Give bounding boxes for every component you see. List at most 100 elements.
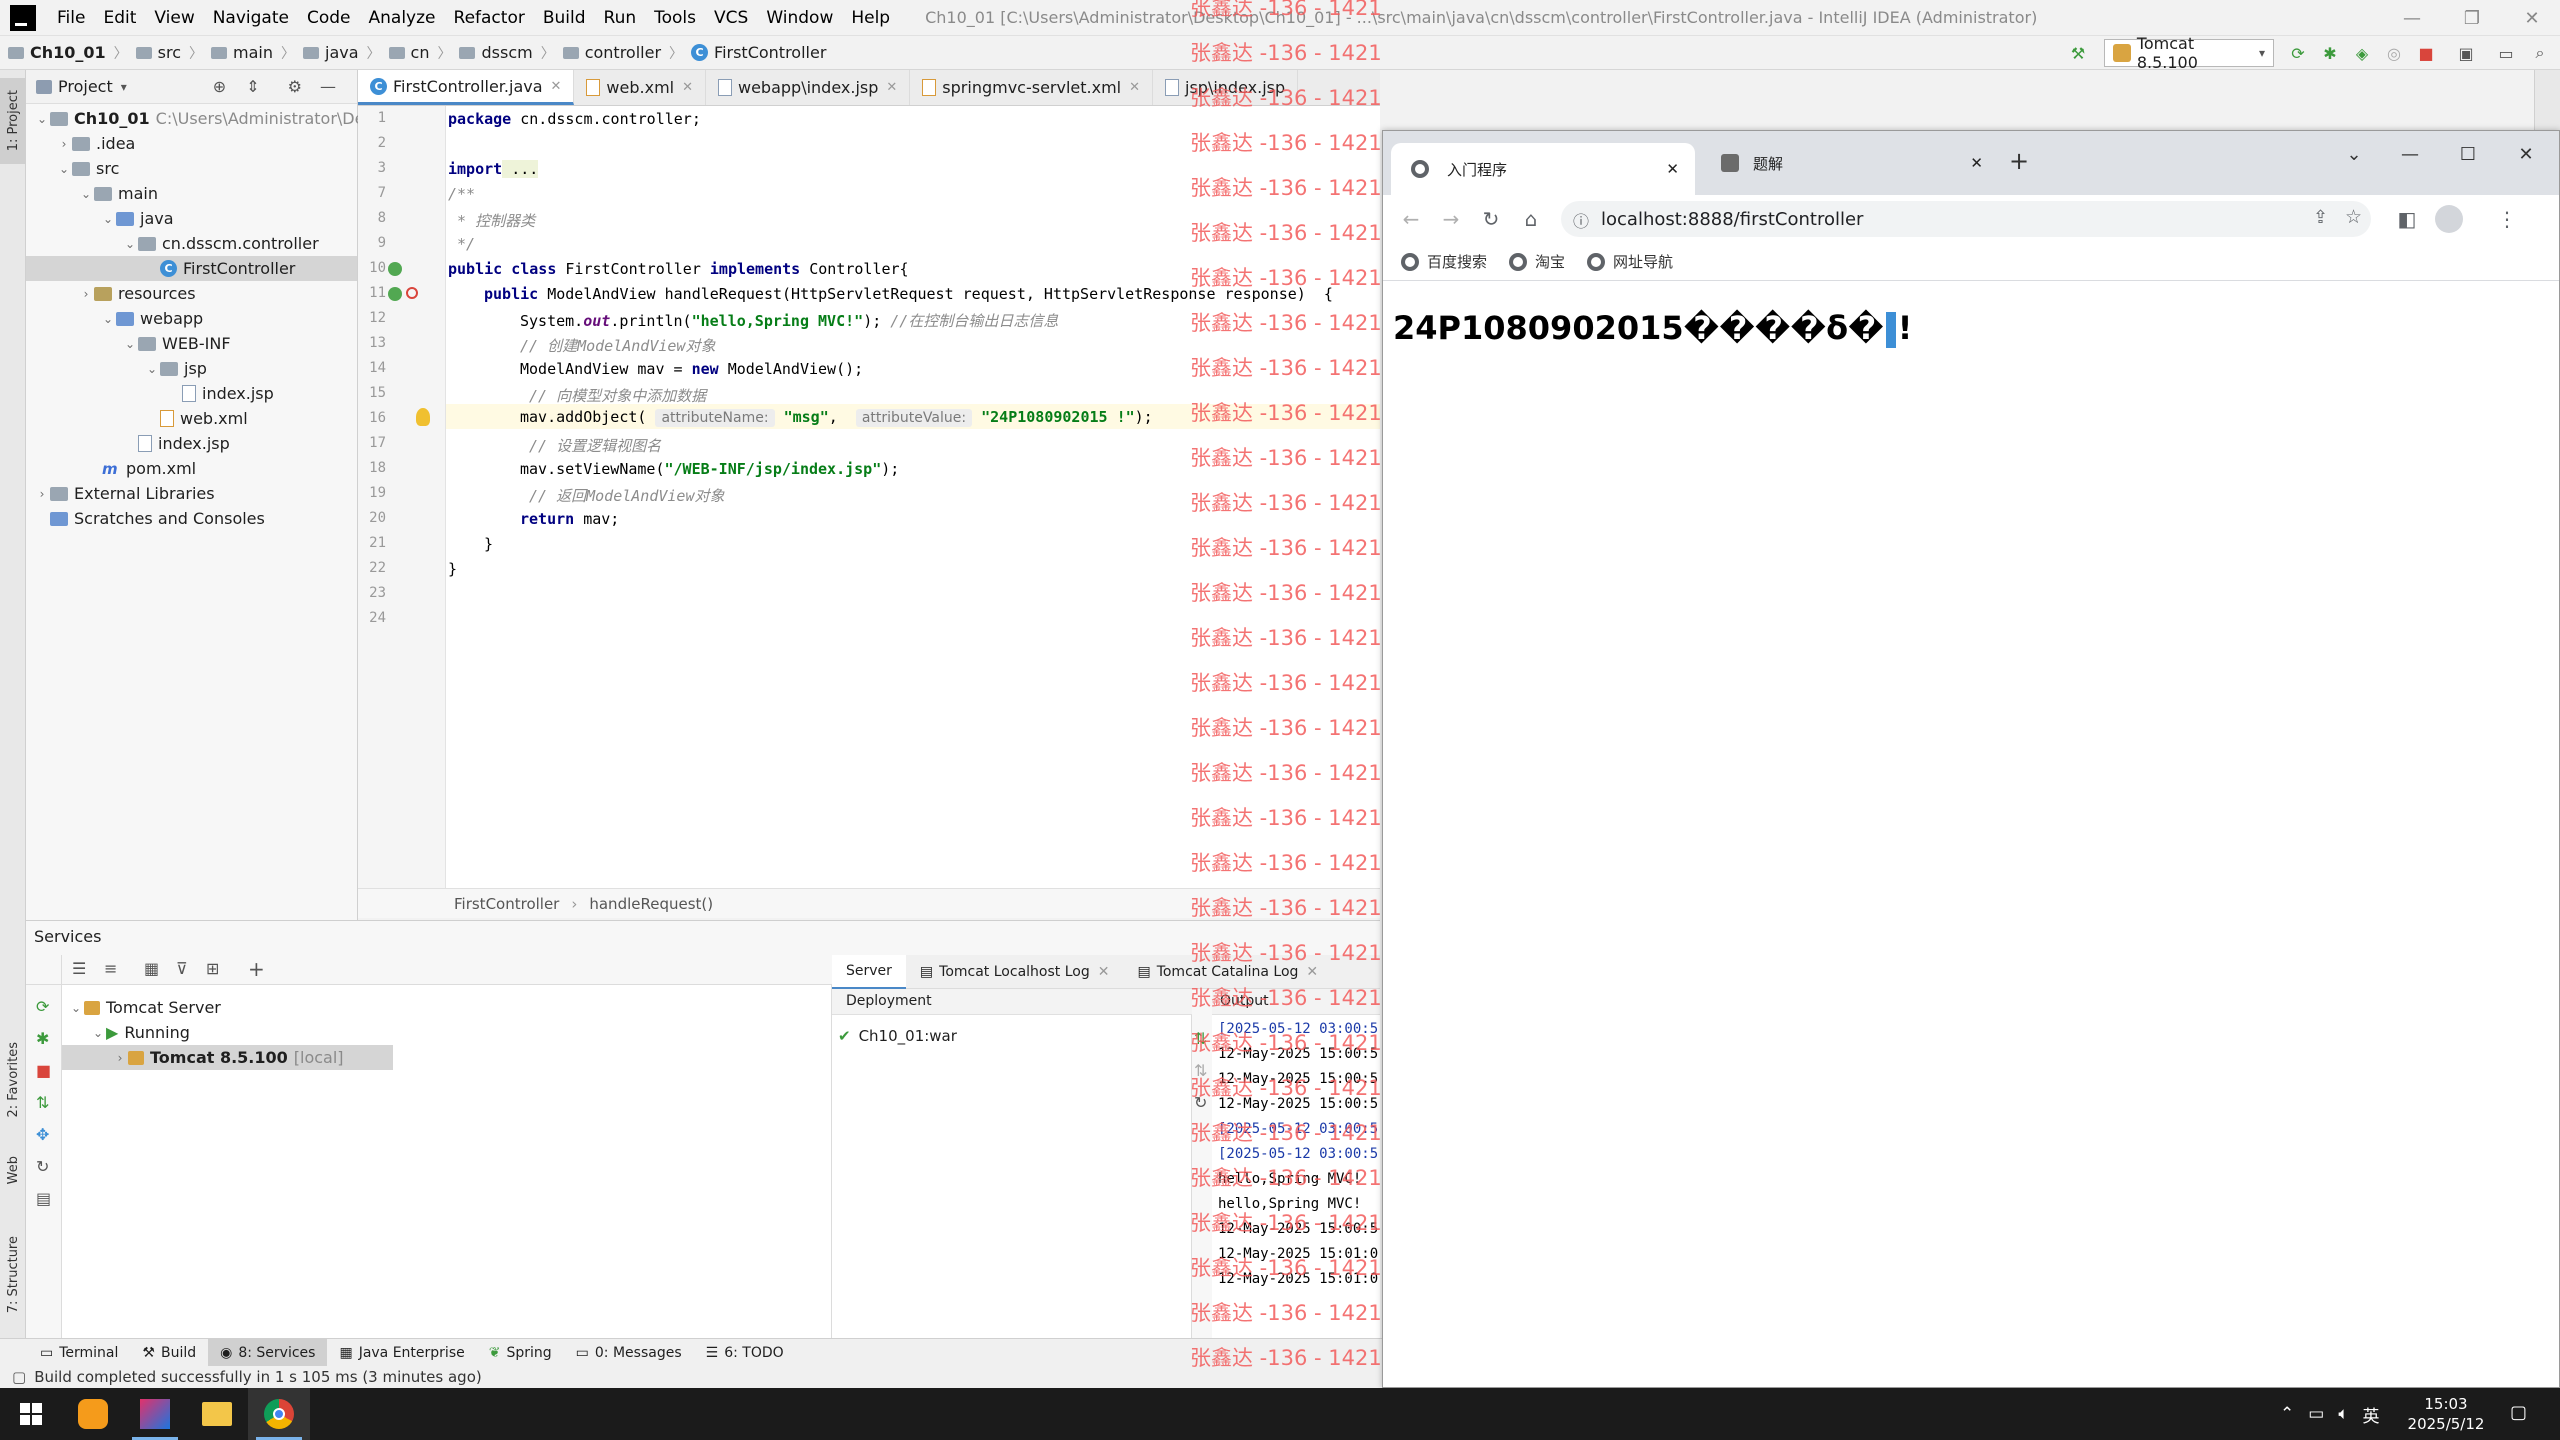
chevron-icon[interactable]: › — [34, 487, 50, 501]
browser-tab-active[interactable]: 入门程序 ✕ — [1391, 143, 1695, 195]
info-icon[interactable]: ⓘ — [1573, 208, 1589, 232]
debug-icon[interactable]: ✱ — [36, 1029, 49, 1048]
breadcrumb-item[interactable]: cn 〉 — [381, 43, 451, 63]
editor-tab-webxml[interactable]: web.xml ✕ — [574, 70, 706, 105]
tab-search-icon[interactable]: ⌄ — [2329, 139, 2379, 169]
tree-node-tomcat-instance[interactable]: › Tomcat 8.5.100 [local] — [62, 1045, 393, 1070]
rerun-icon[interactable]: ⟳ — [2288, 43, 2308, 63]
tree-node[interactable]: C FirstController — [26, 256, 357, 281]
favorites-tool-tab[interactable]: 2: Favorites — [0, 1030, 26, 1130]
chevron-icon[interactable]: ⌄ — [122, 237, 138, 251]
layout-icon[interactable]: ▤ — [36, 1189, 51, 1208]
chevron-icon[interactable]: ⌄ — [122, 337, 138, 351]
menu-code[interactable]: Code — [298, 8, 360, 28]
tool-build[interactable]: ⚒ Build — [130, 1339, 208, 1367]
project-structure-icon[interactable]: ▣ — [2456, 43, 2476, 63]
hide-icon[interactable]: — — [320, 77, 336, 96]
restore-icon[interactable]: ❐ — [2446, 0, 2498, 36]
debug-icon[interactable]: ✱ — [2320, 43, 2340, 63]
menu-edit[interactable]: Edit — [94, 8, 145, 28]
tree-node[interactable]: › External Libraries — [34, 481, 215, 506]
build-hammer-icon[interactable]: ⚒ — [2068, 43, 2088, 63]
run-configuration-select[interactable]: Tomcat 8.5.100 ▾ — [2104, 34, 2274, 72]
chevron-up-icon[interactable]: ⌃ — [2280, 1404, 2294, 1424]
deployment-item[interactable]: ✔ Ch10_01:war — [838, 1023, 957, 1048]
profile-avatar[interactable] — [2435, 205, 2463, 233]
menu-build[interactable]: Build — [534, 8, 595, 28]
breadcrumb-item[interactable]: src 〉 — [128, 43, 203, 63]
tool-messages[interactable]: ▭ 0: Messages — [564, 1339, 694, 1367]
structure-tool-tab[interactable]: 7: Structure — [0, 1220, 26, 1330]
close-tab-icon[interactable]: ✕ — [886, 80, 897, 95]
clock[interactable]: 15:03 2025/5/12 — [2396, 1394, 2496, 1434]
tree-node[interactable]: › .idea — [56, 131, 136, 156]
tree-node[interactable]: ⌄ src — [56, 156, 119, 181]
tree-node[interactable]: ⌄ main — [78, 181, 158, 206]
breadcrumb-item[interactable]: dsscm 〉 — [451, 43, 555, 63]
breadcrumb-item[interactable]: Ch10_01 〉 — [0, 43, 128, 63]
project-tool-tab[interactable]: 1: Project — [0, 78, 26, 164]
collapse-all-icon[interactable]: ≡ — [104, 959, 117, 978]
override-icon[interactable] — [406, 287, 418, 299]
update-icon[interactable]: ✥ — [36, 1125, 49, 1144]
volume-icon[interactable]: 🔈︎ — [2338, 1404, 2348, 1424]
expand-all-icon[interactable]: ☰ — [72, 959, 86, 978]
network-icon[interactable]: ▭ — [2308, 1404, 2324, 1424]
start-button[interactable] — [0, 1388, 62, 1440]
run-gutter-icon[interactable] — [388, 287, 402, 301]
chevron-icon[interactable]: ⌄ — [78, 187, 94, 201]
close-tab-icon[interactable]: ✕ — [1129, 80, 1140, 95]
menu-refactor[interactable]: Refactor — [445, 8, 534, 28]
stop-icon[interactable]: ■ — [2416, 43, 2436, 63]
breadcrumb-item[interactable]: main 〉 — [203, 43, 295, 63]
tree-node-tomcat-server[interactable]: ⌄ Tomcat Server — [68, 995, 221, 1020]
collapse-all-icon[interactable]: ⇕ — [246, 77, 259, 96]
tree-node[interactable]: ⌄ java — [100, 206, 174, 231]
menu-view[interactable]: View — [145, 8, 203, 28]
menu-file[interactable]: File — [48, 8, 94, 28]
share-icon[interactable]: ⇪ — [2313, 207, 2328, 228]
star-icon[interactable]: ☆ — [2345, 206, 2362, 228]
menu-navigate[interactable]: Navigate — [204, 8, 298, 28]
tree-node[interactable]: ⌄ jsp — [144, 356, 207, 381]
breadcrumb-item[interactable]: controller 〉 — [555, 43, 683, 63]
tree-node[interactable]: index.jsp — [122, 431, 230, 456]
taskbar-app-chrome[interactable] — [248, 1388, 310, 1440]
tab-server[interactable]: Server — [832, 954, 906, 989]
editor-tab-springmvc[interactable]: springmvc-servlet.xml ✕ — [910, 70, 1154, 105]
chevron-icon[interactable]: ⌄ — [100, 312, 116, 326]
more-menu-icon[interactable]: ⋮ — [2495, 207, 2519, 231]
tree-node[interactable]: › resources — [78, 281, 196, 306]
menu-help[interactable]: Help — [842, 8, 899, 28]
tree-node[interactable]: web.xml — [144, 406, 248, 431]
gear-icon[interactable]: ⚙ — [288, 77, 302, 96]
bookmark-item[interactable]: 淘宝 — [1509, 251, 1565, 272]
group-icon[interactable]: ▦ — [144, 959, 159, 978]
side-panel-icon[interactable]: ◧ — [2395, 207, 2419, 231]
coverage-icon[interactable]: ◈ — [2352, 43, 2372, 63]
menu-analyze[interactable]: Analyze — [360, 8, 445, 28]
deploy-icon[interactable]: ⇅ — [36, 1093, 49, 1112]
terminal-icon[interactable]: ▭ — [2496, 43, 2516, 63]
close-icon[interactable]: ✕ — [2501, 139, 2551, 169]
panel-title[interactable]: Project — [58, 77, 113, 96]
taskbar-app-intellij[interactable] — [124, 1388, 186, 1440]
notifications-icon[interactable]: ▢ — [2510, 1402, 2527, 1423]
input-method-indicator[interactable]: 英 — [2363, 1402, 2380, 1427]
tree-node[interactable]: Scratches and Consoles — [34, 506, 265, 531]
editor-tab-firstcontroller[interactable]: C FirstController.java ✕ — [358, 70, 575, 105]
profile-icon[interactable]: ◎ — [2384, 43, 2404, 63]
close-tab-icon[interactable]: ✕ — [551, 79, 562, 94]
filter-icon[interactable]: ⊽ — [176, 959, 188, 978]
close-tab-icon[interactable]: ✕ — [1970, 154, 1983, 172]
close-icon[interactable]: ✕ — [2506, 0, 2558, 36]
minimize-icon[interactable]: — — [2386, 0, 2438, 36]
stop-icon[interactable]: ■ — [36, 1061, 51, 1080]
chevron-icon[interactable]: › — [78, 287, 94, 301]
tree-node-running[interactable]: ⌄ ▶ Running — [90, 1020, 190, 1045]
breadcrumb-item[interactable]: C FirstController — [683, 43, 826, 62]
tree-node[interactable]: ⌄ webapp — [100, 306, 203, 331]
taskbar-app-explorer[interactable] — [186, 1388, 248, 1440]
bookmark-item[interactable]: 百度搜索 — [1401, 251, 1487, 272]
tree-node[interactable]: ⌄ Ch10_01 C:\Users\Administrator\Desk — [34, 106, 382, 131]
